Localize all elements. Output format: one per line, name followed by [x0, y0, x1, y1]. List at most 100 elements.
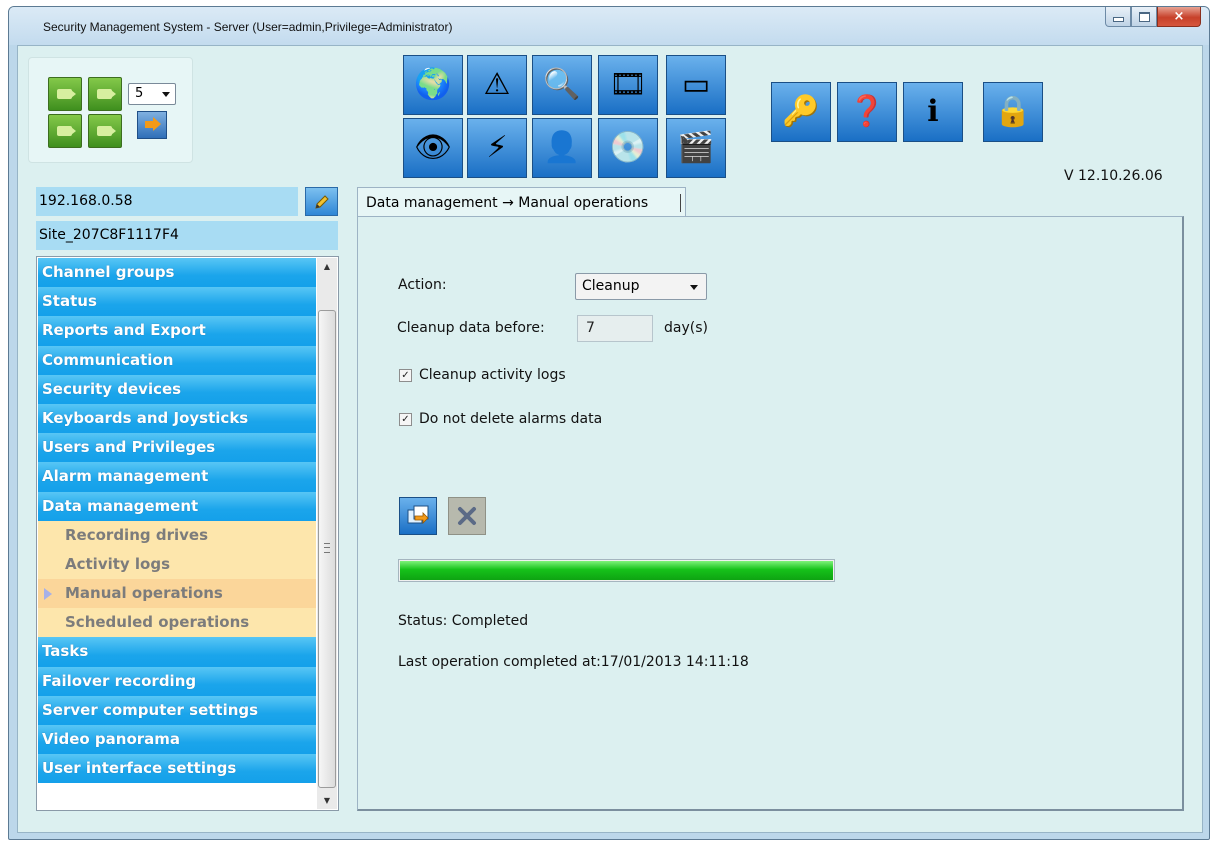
sidebar-item-user-interface-settings[interactable]: User interface settings	[38, 754, 316, 784]
scroll-up-icon[interactable]: ▲	[317, 258, 337, 275]
cleanup-activity-logs-label: Cleanup activity logs	[419, 367, 566, 383]
user-button[interactable]: 👤	[532, 118, 592, 178]
search-icon: 🔍	[543, 67, 581, 102]
pencil-icon	[314, 194, 329, 209]
sidebar-item-keyboards-and-joysticks[interactable]: Keyboards and Joysticks	[38, 403, 316, 434]
search-button[interactable]: 🔍	[532, 55, 592, 115]
chevron-down-icon	[690, 285, 698, 290]
edit-server-button[interactable]	[305, 187, 338, 216]
sidebar-item-label: Recording drives	[65, 525, 208, 544]
sidebar-item-recording-drives[interactable]: Recording drives	[38, 520, 316, 550]
chevron-down-icon	[162, 92, 170, 97]
sidebar-item-label: Scheduled operations	[65, 613, 250, 632]
nav-scrollbar[interactable]: ▲ ▼	[317, 258, 337, 809]
navigation-list: Channel groups Status Reports and Export Co…	[38, 258, 316, 784]
sidebar-item-label: Communication	[42, 350, 174, 369]
run-operation-button[interactable]	[399, 497, 437, 535]
site-name: Site_207C8F1117F4	[36, 221, 338, 250]
server-ip: 192.168.0.58	[36, 187, 298, 216]
sidebar-item-reports-and-export[interactable]: Reports and Export	[38, 316, 316, 346]
sidebar-item-label: Security devices	[42, 379, 182, 398]
minimize-button[interactable]	[1105, 7, 1131, 27]
sidebar-item-label: Activity logs	[65, 554, 171, 573]
navigation-panel: Channel groups Status Reports and Export Co…	[36, 256, 339, 811]
sidebar-item-scheduled-operations[interactable]: Scheduled operations	[38, 608, 316, 638]
disc-icon: 💿	[609, 130, 647, 165]
sidebar-item-label: Server computer settings	[42, 700, 259, 719]
camera-icon[interactable]	[48, 114, 82, 148]
sidebar-item-data-management[interactable]: Data management	[38, 491, 316, 521]
cancel-operation-button[interactable]	[448, 497, 486, 535]
cleanup-days-input[interactable]: 7	[577, 315, 653, 342]
sidebar-item-label: Failover recording	[42, 671, 197, 690]
eye-button[interactable]: 👁	[403, 118, 463, 178]
info-button[interactable]: ℹ	[903, 82, 963, 142]
action-select[interactable]: Cleanup	[575, 273, 707, 300]
cleanup-activity-logs-checkbox[interactable]: ✓	[399, 369, 412, 382]
cleanup-before-label: Cleanup data before:	[397, 320, 545, 336]
warning-icon: ⚠	[483, 67, 511, 102]
run-operation-icon	[407, 505, 429, 524]
help-document-icon: ❓	[848, 94, 886, 129]
operation-progress-bar	[398, 559, 835, 582]
sidebar-item-activity-logs[interactable]: Activity logs	[38, 549, 316, 580]
sidebar-item-label: User interface settings	[42, 759, 237, 778]
sidebar-item-tasks[interactable]: Tasks	[38, 637, 316, 667]
windows-button[interactable]: ▭	[666, 55, 726, 115]
user-icon: 👤	[543, 130, 581, 165]
window-title: Security Management System - Server (Use…	[43, 20, 453, 34]
key-button[interactable]: 🔑	[771, 82, 831, 142]
key-icon: 🔑	[782, 94, 820, 129]
alarm-warning-button[interactable]: ⚡	[467, 118, 527, 178]
window-controls: ×	[1105, 7, 1201, 29]
scroll-down-icon[interactable]: ▼	[317, 792, 337, 809]
lock-icon: 🔒	[994, 94, 1032, 129]
film-star-icon: 🎞	[608, 67, 648, 102]
camera-count-select[interactable]: 5	[128, 83, 176, 105]
sidebar-item-label: Users and Privileges	[42, 438, 216, 457]
sidebar-item-channel-groups[interactable]: Channel groups	[38, 258, 316, 288]
sidebar-item-security-devices[interactable]: Security devices	[38, 374, 316, 404]
maximize-button[interactable]	[1131, 7, 1157, 27]
cancel-icon	[458, 507, 476, 525]
last-operation-text: Last operation completed at:17/01/2013 1…	[398, 654, 749, 670]
sidebar-item-label: Status	[42, 292, 97, 311]
sidebar-item-alarm-management[interactable]: Alarm management	[38, 462, 316, 492]
globe-icon: 🌍	[414, 67, 452, 102]
close-button[interactable]: ×	[1157, 7, 1201, 27]
camera-icon[interactable]	[88, 114, 122, 148]
camera-icon[interactable]	[88, 77, 122, 111]
help-document-button[interactable]: ❓	[837, 82, 897, 142]
sidebar-item-label: Tasks	[42, 642, 89, 661]
warning-button[interactable]: ⚠	[467, 55, 527, 115]
sidebar-item-server-computer-settings[interactable]: Server computer settings	[38, 695, 316, 725]
tab-manual-operations[interactable]: Data management → Manual operations	[357, 187, 686, 217]
action-label: Action:	[398, 277, 447, 293]
sidebar-item-failover-recording[interactable]: Failover recording	[38, 666, 316, 696]
sidebar-item-label: Manual operations	[65, 584, 223, 603]
sidebar-item-manual-operations[interactable]: Manual operations	[38, 579, 316, 609]
selected-arrow-icon	[44, 588, 52, 601]
globe-button[interactable]: 🌍	[403, 55, 463, 115]
title-bar[interactable]: Security Management System - Server (Use…	[9, 7, 1209, 45]
sidebar-item-video-panorama[interactable]: Video panorama	[38, 725, 316, 755]
film-export-button[interactable]: 🎬	[666, 118, 726, 178]
scrollbar-thumb[interactable]	[318, 310, 336, 788]
lock-button[interactable]: 🔒	[983, 82, 1043, 142]
keep-alarms-checkbox[interactable]: ✓	[399, 413, 412, 426]
disc-button[interactable]: 💿	[598, 118, 658, 178]
camera-icon[interactable]	[48, 77, 82, 111]
progress-fill	[400, 561, 833, 580]
version-label: V 12.10.26.06	[1064, 168, 1163, 184]
sidebar-item-label: Channel groups	[42, 263, 175, 281]
sidebar-item-label: Reports and Export	[42, 321, 206, 340]
info-icon: ℹ	[927, 94, 939, 129]
sidebar-item-communication[interactable]: Communication	[38, 345, 316, 375]
sidebar-item-label: Keyboards and Joysticks	[42, 408, 249, 427]
sidebar-item-users-and-privileges[interactable]: Users and Privileges	[38, 433, 316, 463]
sidebar-item-status[interactable]: Status	[38, 287, 316, 317]
film-star-button[interactable]: 🎞	[598, 55, 658, 115]
eye-icon: 👁	[413, 130, 453, 165]
apply-layout-button[interactable]	[137, 111, 167, 139]
maximize-icon	[1138, 11, 1150, 22]
